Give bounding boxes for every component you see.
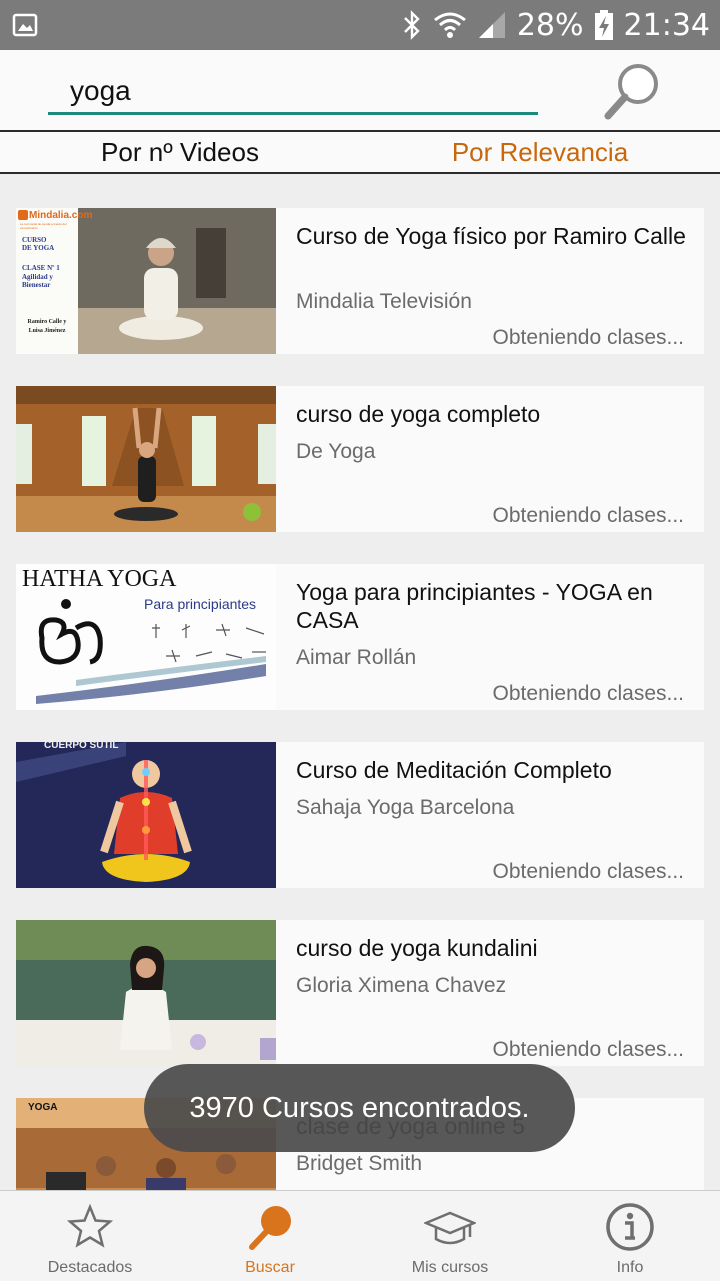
- thumb-heading: CUERPO SUTIL: [44, 742, 119, 751]
- course-author: Sahaja Yoga Barcelona: [296, 796, 515, 819]
- star-icon: [66, 1203, 114, 1248]
- nav-mis-cursos[interactable]: Mis cursos: [360, 1191, 540, 1281]
- signal-icon: [478, 12, 505, 38]
- thumb-brand-sub: La red social de ayuda a través del cono…: [20, 222, 67, 230]
- battery-percent: 28%: [516, 7, 584, 43]
- course-status: Obteniendo clases...: [492, 1038, 684, 1061]
- course-thumbnail: [16, 386, 276, 532]
- thumb-authors: Ramiro Calle y Luisa Jiménez: [27, 319, 67, 334]
- course-status: Obteniendo clases...: [492, 682, 684, 705]
- course-list[interactable]: Mindalia.com La red social de ayuda a tr…: [0, 174, 720, 1190]
- course-status: Obteniendo clases...: [492, 326, 684, 349]
- course-title: curso de yoga kundalini: [296, 935, 538, 961]
- nav-info[interactable]: Info: [540, 1191, 720, 1281]
- course-item[interactable]: curso de yoga kundalini Gloria Ximena Ch…: [16, 920, 704, 1066]
- search-input[interactable]: [48, 68, 538, 114]
- thumb-clase: CLASE Nº 1: [22, 264, 60, 272]
- course-title: Yoga para principiantes - YOGA en CASA: [296, 579, 653, 633]
- nav-buscar[interactable]: Buscar: [180, 1191, 360, 1281]
- nav-destacados[interactable]: Destacados: [0, 1191, 180, 1281]
- course-author: Mindalia Televisión: [296, 290, 472, 313]
- course-author: Bridget Smith: [296, 1152, 423, 1175]
- sort-by-videos-tab[interactable]: Por nº Videos: [0, 132, 360, 172]
- bluetooth-icon: [403, 10, 420, 40]
- graduation-cap-icon: [424, 1211, 476, 1245]
- course-status: Obteniendo clases...: [492, 504, 684, 527]
- course-item[interactable]: HATHA YOGA Para principiantes Yoga para …: [16, 564, 704, 710]
- course-item[interactable]: Mindalia.com La red social de ayuda a tr…: [16, 208, 704, 354]
- course-item[interactable]: curso de yoga completo De Yoga Obteniend…: [16, 386, 704, 532]
- course-title: Curso de Yoga físico por Ramiro Calle: [296, 223, 686, 249]
- thumb-brand: Mindalia.com: [29, 210, 93, 221]
- course-thumbnail: Mindalia.com La red social de ayuda a tr…: [16, 208, 276, 354]
- battery-charging-icon: [594, 10, 613, 40]
- thumb-course: CURSO DE YOGA: [22, 236, 55, 252]
- sort-tabs: Por nº Videos Por Relevancia: [0, 132, 720, 174]
- course-author: Aimar Rollán: [296, 646, 417, 669]
- toast-message: 3970 Cursos encontrados.: [144, 1064, 575, 1152]
- thumbnail-image-5: [16, 920, 276, 1066]
- thumb-heading: HATHA YOGA: [22, 566, 177, 592]
- search-icon[interactable]: [600, 60, 666, 126]
- course-thumbnail: CUERPO SUTIL: [16, 742, 276, 888]
- course-author: De Yoga: [296, 440, 376, 463]
- nav-label: Destacados: [47, 1259, 133, 1276]
- nav-label: Mis cursos: [411, 1259, 489, 1276]
- search-bar: [0, 50, 720, 132]
- course-title: Curso de Meditación Completo: [296, 757, 612, 783]
- thumb-subtitle: Agilidad y Bienestar: [22, 273, 53, 289]
- bottom-navigation: Destacados Buscar Mis cursos Info: [0, 1190, 720, 1281]
- thumbnail-image-4: [16, 742, 276, 888]
- status-bar: 28% 21:34: [0, 0, 720, 50]
- course-title: curso de yoga completo: [296, 401, 541, 427]
- sort-by-relevance-tab[interactable]: Por Relevancia: [360, 132, 720, 172]
- nav-label: Info: [616, 1259, 644, 1276]
- search-underline: [48, 112, 538, 115]
- clock: 21:34: [623, 7, 710, 43]
- thumb-heading: YOGA: [28, 1102, 58, 1113]
- info-icon: [606, 1203, 654, 1251]
- wifi-icon: [433, 12, 466, 38]
- thumb-sub: Para principiantes: [144, 596, 257, 612]
- course-item[interactable]: CUERPO SUTIL Curso de Meditación Complet…: [16, 742, 704, 888]
- course-status: Obteniendo clases...: [492, 860, 684, 883]
- course-author: Gloria Ximena Chavez: [296, 974, 507, 997]
- image-notification-icon: [12, 13, 38, 37]
- nav-label: Buscar: [245, 1259, 295, 1276]
- course-thumbnail: HATHA YOGA Para principiantes: [16, 564, 276, 710]
- thumbnail-image-2: [16, 386, 276, 532]
- course-thumbnail: [16, 920, 276, 1066]
- search-icon: [249, 1206, 291, 1250]
